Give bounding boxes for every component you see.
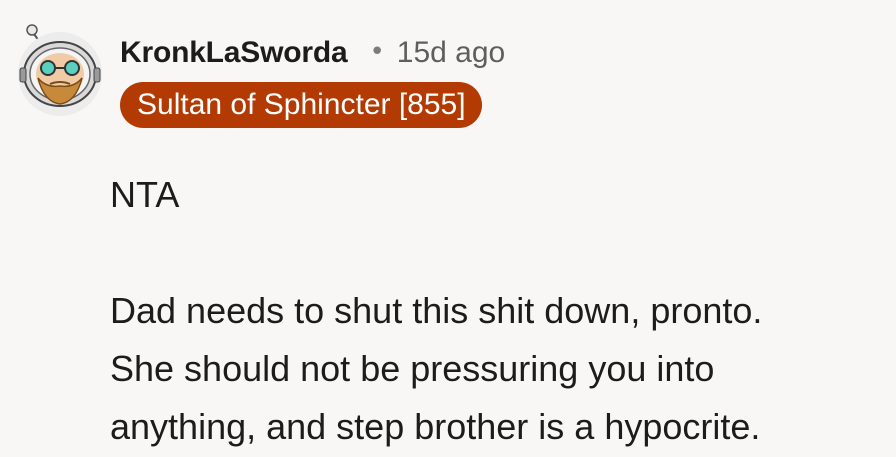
user-avatar[interactable]: [14, 22, 106, 118]
comment: KronkLaSworda • 15d ago Sultan of Sphinc…: [0, 0, 896, 457]
comment-verdict: NTA: [110, 174, 180, 215]
meta-separator: •: [369, 37, 385, 67]
comment-paragraph-line: Dad needs to shut this shit down, pronto…: [110, 290, 763, 331]
comment-paragraph-line: anything, and step brother is a hypocrit…: [110, 406, 761, 447]
snoo-avatar-icon: [18, 24, 102, 116]
username-link[interactable]: KronkLaSworda: [120, 36, 348, 70]
comment-header: KronkLaSworda • 15d ago: [120, 36, 505, 70]
user-flair-badge: Sultan of Sphincter [855]: [120, 82, 482, 128]
comment-body: NTA Dad needs to shut this shit down, pr…: [110, 166, 890, 456]
comment-paragraph-line: She should not be pressuring you into: [110, 348, 715, 389]
comment-timestamp[interactable]: 15d ago: [397, 36, 505, 70]
